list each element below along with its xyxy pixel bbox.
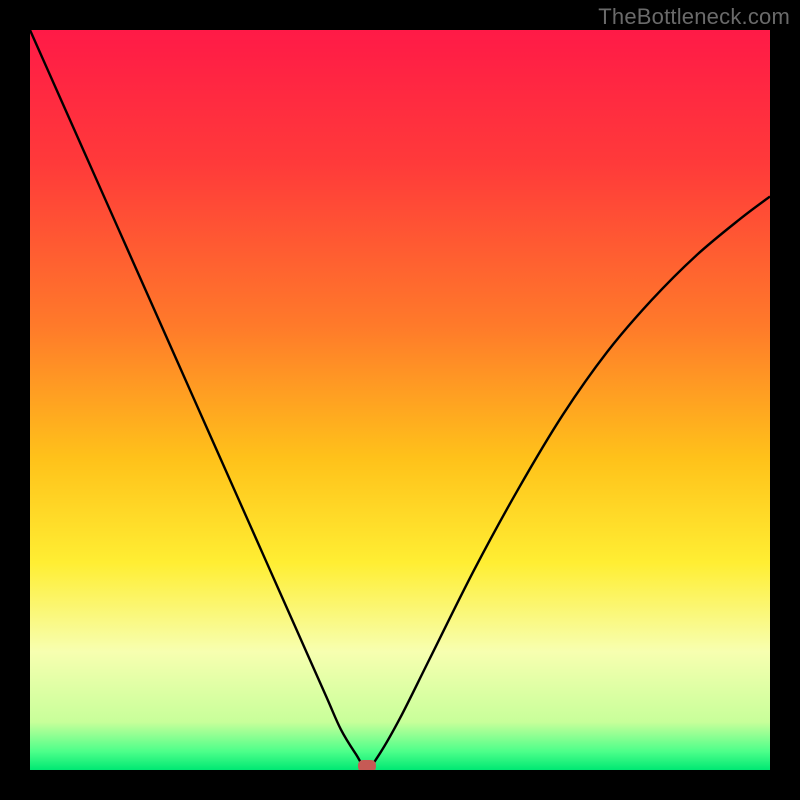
bottleneck-curve xyxy=(30,30,770,769)
watermark-text: TheBottleneck.com xyxy=(598,4,790,30)
plot-area xyxy=(30,30,770,770)
minimum-marker xyxy=(358,760,376,770)
curve-layer xyxy=(30,30,770,770)
chart-frame: TheBottleneck.com xyxy=(0,0,800,800)
